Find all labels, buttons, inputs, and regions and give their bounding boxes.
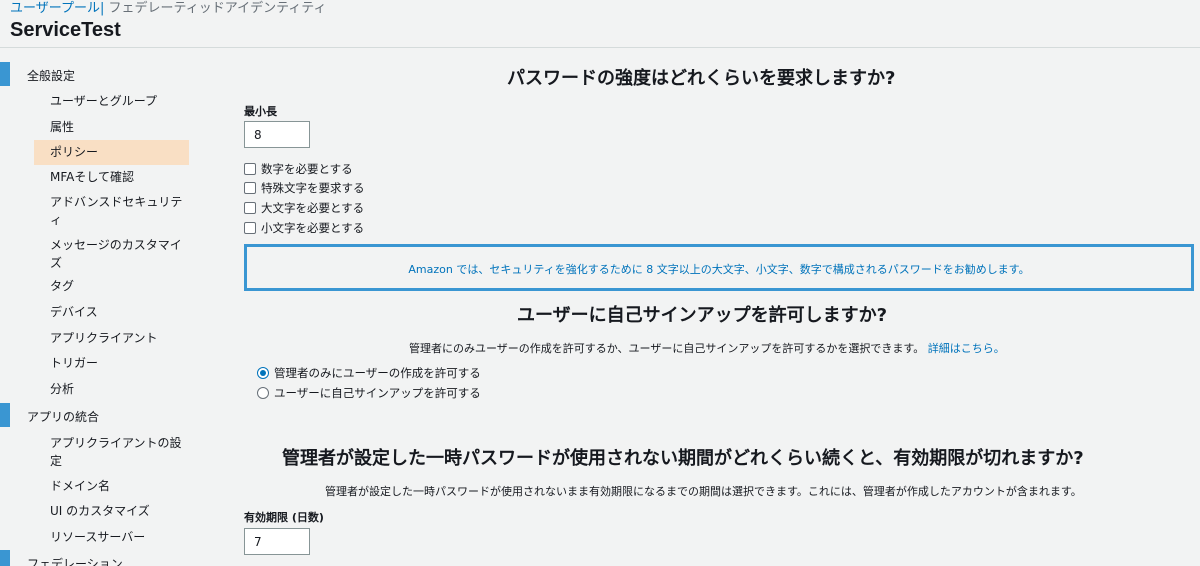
tab-federated-identities[interactable]: フェデレーティッドアイデンティティ	[109, 1, 327, 16]
sidebar-item-label-wrap: ィ	[50, 213, 63, 227]
require-lowercase-checkbox[interactable]: 小文字を必要とする	[244, 220, 364, 236]
sidebar-item-policies[interactable]: ポリシー	[34, 140, 189, 165]
checkbox-box[interactable]	[244, 202, 256, 214]
sidebar-item-label-wrap: ズ	[50, 256, 63, 270]
sidebar-item-label-wrap: 定	[50, 454, 63, 468]
sidebar-item-message-customization[interactable]: メッセージのカスタマイ ズ	[34, 236, 189, 272]
sidebar-item-mfa[interactable]: MFAそして確認	[34, 168, 189, 186]
self-signup-radio[interactable]: ユーザーに自己サインアップを許可する	[257, 385, 481, 401]
min-length-label: 最小長	[244, 105, 277, 118]
checkbox-box[interactable]	[244, 163, 256, 175]
require-numbers-checkbox[interactable]: 数字を必要とする	[244, 161, 353, 177]
sidebar-item-resource-servers[interactable]: リソースサーバー	[34, 528, 189, 546]
min-length-input[interactable]: 8	[244, 121, 310, 148]
sidebar-section-label: アプリの統合	[27, 410, 100, 424]
sidebar-item-ui-customization[interactable]: UI のカスタマイズ	[34, 502, 189, 520]
page-header: ユーザープール| フェデレーティッドアイデンティティ ServiceTest	[0, 0, 1200, 48]
require-uppercase-checkbox[interactable]: 大文字を必要とする	[244, 200, 364, 216]
breadcrumb: ユーザープール| フェデレーティッドアイデンティティ	[10, 0, 327, 18]
sidebar-item-label: アプリクライアントの設	[50, 436, 182, 450]
radio-selected[interactable]	[257, 367, 269, 379]
password-recommendation-notice: Amazon では、セキュリティを強化するために 8 文字以上の大文字、小文字、…	[244, 244, 1194, 291]
radio-unselected[interactable]	[257, 387, 269, 399]
expiry-days-input[interactable]: 7	[244, 528, 310, 555]
checkbox-box[interactable]	[244, 182, 256, 194]
sidebar-item-app-clients[interactable]: アプリクライアント	[34, 329, 189, 347]
sidebar-section-app-integration[interactable]: アプリの統合	[0, 401, 200, 427]
sidebar-section-label: 全般設定	[27, 69, 76, 83]
sidebar-item-app-client-settings[interactable]: アプリクライアントの設 定	[34, 434, 189, 470]
checkbox-box[interactable]	[244, 222, 256, 234]
sidebar-item-label: メッセージのカスタマイ	[50, 238, 182, 252]
expiry-days-label: 有効期限 (日数)	[244, 511, 324, 524]
sidebar-section-label: フェデレーション	[27, 557, 123, 566]
breadcrumb-separator: |	[99, 1, 105, 16]
sidebar-item-attributes[interactable]: 属性	[34, 118, 189, 136]
admin-only-radio[interactable]: 管理者のみにユーザーの作成を許可する	[257, 365, 481, 381]
page-title: ServiceTest	[10, 19, 121, 41]
password-strength-heading: パスワードの強度はどれくらいを要求しますか?	[507, 68, 896, 89]
sidebar-item-tags[interactable]: タグ	[34, 277, 189, 295]
sidebar-item-label: アドバンスドセキュリテ	[50, 195, 183, 209]
sidebar-item-advanced-security[interactable]: アドバンスドセキュリテ ィ	[34, 193, 189, 229]
tab-user-pools[interactable]: ユーザープール	[10, 1, 100, 16]
description-text: 管理者にのみユーザーの作成を許可するか、ユーザーに自己サインアップを許可するかを…	[409, 342, 925, 355]
section-marker	[0, 403, 10, 427]
sidebar-item-devices[interactable]: デバイス	[34, 303, 189, 321]
checkbox-label: 小文字を必要とする	[261, 221, 365, 235]
sidebar-item-domain-name[interactable]: ドメイン名	[34, 477, 189, 495]
checkbox-label: 特殊文字を要求する	[261, 181, 365, 195]
sidebar: 全般設定 ユーザーとグループ 属性 ポリシー MFAそして確認 アドバンスドセキ…	[0, 56, 200, 566]
radio-label: ユーザーに自己サインアップを許可する	[274, 386, 481, 400]
checkbox-label: 大文字を必要とする	[261, 201, 365, 215]
main-content: パスワードの強度はどれくらいを要求しますか? 最小長 8 数字を必要とする 特殊…	[200, 48, 1200, 566]
sidebar-item-users-groups[interactable]: ユーザーとグループ	[34, 92, 189, 110]
section-marker	[0, 62, 10, 86]
section-marker	[0, 550, 10, 566]
learn-more-link[interactable]: 詳細はこちら。	[928, 342, 1005, 355]
sidebar-item-analytics[interactable]: 分析	[34, 380, 189, 398]
require-special-chars-checkbox[interactable]: 特殊文字を要求する	[244, 180, 365, 196]
sidebar-section-general[interactable]: 全般設定	[0, 60, 200, 86]
radio-label: 管理者のみにユーザーの作成を許可する	[274, 366, 481, 380]
self-signup-description: 管理者にのみユーザーの作成を許可するか、ユーザーに自己サインアップを許可するかを…	[409, 340, 1005, 356]
temp-password-expiry-heading: 管理者が設定した一時パスワードが使用されない期間がどれくらい続くと、有効期限が切…	[282, 448, 1084, 469]
sidebar-section-federation[interactable]: フェデレーション	[0, 548, 200, 566]
self-signup-heading: ユーザーに自己サインアップを許可しますか?	[517, 305, 888, 326]
checkbox-label: 数字を必要とする	[261, 162, 353, 176]
sidebar-item-triggers[interactable]: トリガー	[34, 354, 189, 372]
temp-password-expiry-description: 管理者が設定した一時パスワードが使用されないまま有効期限になるまでの期間は選択で…	[325, 485, 1082, 498]
